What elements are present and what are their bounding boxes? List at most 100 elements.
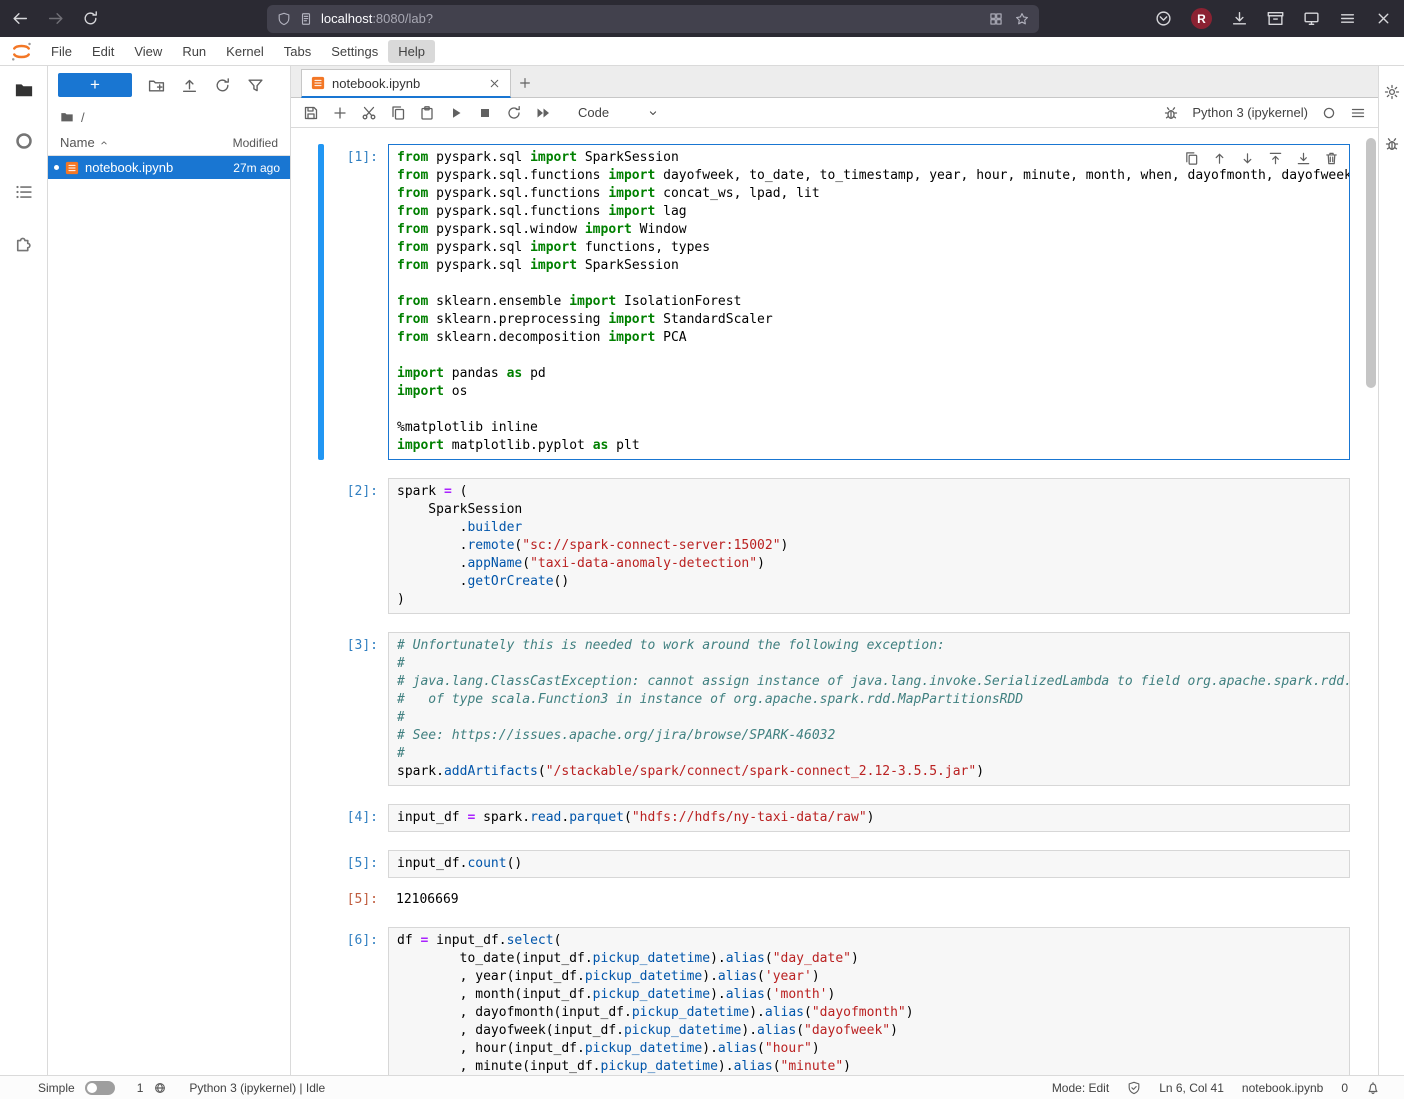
move-up-icon[interactable] <box>1212 151 1227 166</box>
page-icon[interactable] <box>299 12 313 26</box>
menu-run[interactable]: Run <box>172 40 216 63</box>
forward-icon[interactable] <box>47 10 64 27</box>
code-token: concat_ws, lpad, lit <box>655 186 819 201</box>
kernel-count[interactable]: 1 <box>137 1081 144 1095</box>
code-token: , hour(input_df. <box>397 1041 585 1056</box>
back-icon[interactable] <box>12 10 29 27</box>
refresh-icon[interactable] <box>214 77 231 94</box>
code-token: ( <box>765 987 773 1002</box>
code-line: , dayofmonth(input_df.pickup_datetime).a… <box>397 1004 1349 1022</box>
archive-icon[interactable] <box>1267 10 1284 27</box>
save-icon[interactable] <box>303 105 319 121</box>
kernel-status-icon[interactable] <box>1321 105 1337 121</box>
new-launcher-button[interactable]: + <box>58 73 132 97</box>
simple-mode-toggle[interactable] <box>85 1081 115 1095</box>
toolbar-menu-icon[interactable] <box>1350 105 1366 121</box>
code-token: builder <box>467 520 522 535</box>
code-line: to_date(input_df.pickup_datetime).alias(… <box>397 950 1349 968</box>
cell-type-value: Code <box>578 105 609 120</box>
browser-action-buttons: R <box>1155 8 1392 29</box>
reload-icon[interactable] <box>82 10 99 27</box>
column-name[interactable]: Name <box>60 135 95 150</box>
puzzle-icon[interactable] <box>14 233 34 253</box>
menu-help[interactable]: Help <box>388 40 435 63</box>
cell-editor[interactable]: # Unfortunately this is needed to work a… <box>388 632 1350 786</box>
code-token: parquet <box>569 810 624 825</box>
restart-icon[interactable] <box>506 105 522 121</box>
kernel-status-text[interactable]: Python 3 (ipykernel) | Idle <box>189 1081 325 1095</box>
column-modified[interactable]: Modified <box>233 136 278 150</box>
menu-file[interactable]: File <box>41 40 82 63</box>
fast-forward-icon[interactable] <box>535 105 551 121</box>
code-token: input_df <box>397 810 467 825</box>
file-list-header[interactable]: Name Modified <box>48 130 290 156</box>
new-folder-icon[interactable] <box>148 77 165 94</box>
tab-close-icon[interactable] <box>488 77 501 90</box>
cell-editor[interactable]: from pyspark.sql import SparkSessionfrom… <box>388 144 1350 460</box>
running-icon[interactable] <box>14 131 34 151</box>
code-token: . <box>397 556 467 571</box>
bell-icon[interactable] <box>1366 1081 1380 1095</box>
stop-icon[interactable] <box>477 105 493 121</box>
devices-icon[interactable] <box>1303 10 1320 27</box>
shield-icon[interactable] <box>277 12 291 26</box>
kernel-sessions-icon[interactable] <box>153 1081 167 1095</box>
url-bar[interactable]: localhost:8080/lab? <box>267 5 1039 33</box>
filter-icon[interactable] <box>247 77 264 94</box>
mode-indicator[interactable]: Mode: Edit <box>1052 1081 1109 1095</box>
pocket-icon[interactable] <box>1155 10 1172 27</box>
profile-avatar[interactable]: R <box>1191 8 1212 29</box>
code-token: = <box>444 484 452 499</box>
cell-type-dropdown[interactable]: Code <box>578 105 659 120</box>
debugger-icon[interactable] <box>1163 105 1179 121</box>
add-tab-button[interactable] <box>511 69 539 97</box>
star-icon[interactable] <box>1015 12 1029 26</box>
code-token: pyspark.sql <box>428 258 530 273</box>
menubar-items: FileEditViewRunKernelTabsSettingsHelp <box>41 44 435 59</box>
code-line: input_df.count() <box>397 855 1349 873</box>
breadcrumb[interactable]: / <box>48 104 290 130</box>
cell-editor[interactable]: spark = ( SparkSession .builder .remote(… <box>388 478 1350 614</box>
code-token: import <box>530 150 577 165</box>
menu-settings[interactable]: Settings <box>321 40 388 63</box>
code-token: import <box>530 258 577 273</box>
cell-editor[interactable]: df = input_df.select( to_date(input_df.p… <box>388 927 1350 1075</box>
paste-icon[interactable] <box>419 105 435 121</box>
copy-icon[interactable] <box>390 105 406 121</box>
delete-icon[interactable] <box>1324 151 1339 166</box>
file-list-item[interactable]: notebook.ipynb 27m ago <box>48 156 290 179</box>
tab-notebook[interactable]: notebook.ipynb <box>301 69 511 98</box>
menu-edit[interactable]: Edit <box>82 40 124 63</box>
insert-below-icon[interactable] <box>1296 151 1311 166</box>
menu-tabs[interactable]: Tabs <box>274 40 321 63</box>
bug-icon[interactable] <box>1384 136 1400 152</box>
close-icon[interactable] <box>1375 10 1392 27</box>
code-token: from <box>397 150 428 165</box>
menu-view[interactable]: View <box>124 40 172 63</box>
upload-icon[interactable] <box>181 77 198 94</box>
notification-count[interactable]: 0 <box>1341 1081 1348 1095</box>
add-icon[interactable] <box>332 105 348 121</box>
downloads-icon[interactable] <box>1231 10 1248 27</box>
duplicate-icon[interactable] <box>1184 151 1199 166</box>
menu-icon[interactable] <box>1339 10 1356 27</box>
run-icon[interactable] <box>448 105 464 121</box>
cursor-position[interactable]: Ln 6, Col 41 <box>1159 1081 1224 1095</box>
code-token: pickup_datetime <box>593 987 710 1002</box>
breadcrumb-root[interactable]: / <box>81 110 85 125</box>
cell-editor[interactable]: input_df.count() <box>388 850 1350 878</box>
move-down-icon[interactable] <box>1240 151 1255 166</box>
code-token: ). <box>702 1041 718 1056</box>
gear-icon[interactable] <box>1384 84 1400 100</box>
kernel-name[interactable]: Python 3 (ipykernel) <box>1192 105 1308 120</box>
grid-icon[interactable] <box>989 12 1003 26</box>
cell-editor[interactable]: input_df = spark.read.parquet("hdfs://hd… <box>388 804 1350 832</box>
menu-kernel[interactable]: Kernel <box>216 40 274 63</box>
scrollbar-thumb[interactable] <box>1366 138 1376 388</box>
insert-above-icon[interactable] <box>1268 151 1283 166</box>
cut-icon[interactable] <box>361 105 377 121</box>
folder-icon[interactable] <box>14 80 34 100</box>
code-line <box>397 275 1349 293</box>
cell-input-prompt: [1]: <box>324 144 388 460</box>
toc-icon[interactable] <box>14 182 34 202</box>
